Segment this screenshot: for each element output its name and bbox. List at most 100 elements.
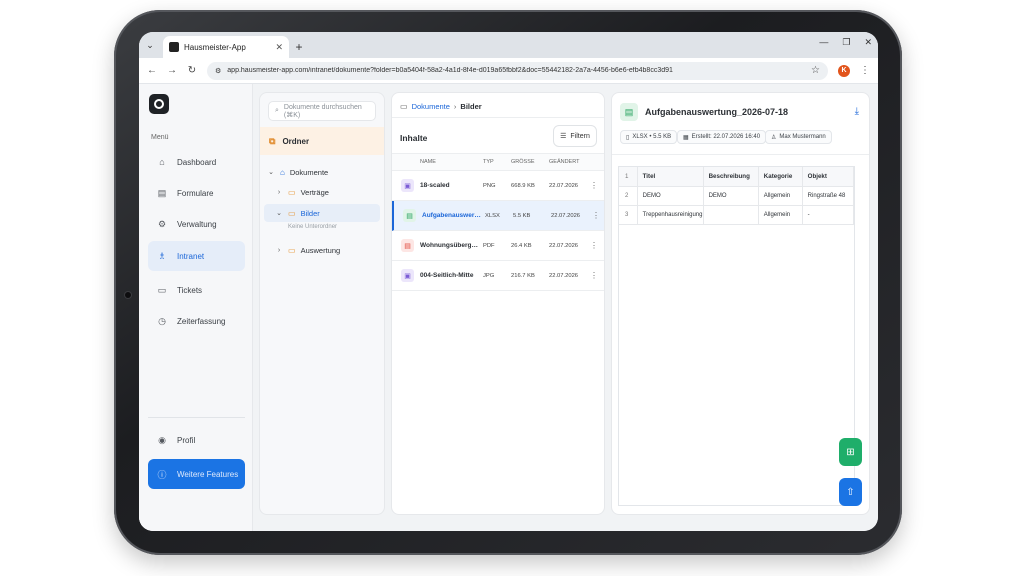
filter-icon: ☰: [560, 133, 567, 140]
sidebar-item-profil[interactable]: ◉ Profil: [148, 426, 245, 454]
file-size: 668.9 KB: [511, 182, 535, 189]
info-icon: ⓘ: [157, 469, 167, 480]
filter-label: Filtern: [570, 132, 590, 140]
file-format-text: XLSX • 5.5 KB: [632, 134, 672, 140]
upload-icon: ⇧: [846, 486, 855, 498]
restore-icon[interactable]: ❐: [842, 37, 850, 48]
sidebar-item-verwaltung[interactable]: ⚙ Verwaltung: [148, 210, 245, 238]
created-badge: ▦ Erstellt: 22.07.2026 16:40: [677, 130, 767, 144]
minimize-icon[interactable]: —: [819, 37, 828, 48]
stage: ⌄ Hausmeister-App ✕ + — ❐ ✕ ← → ↻ ⚙ app.…: [0, 0, 1024, 576]
profile-avatar[interactable]: K: [838, 64, 850, 77]
search-input[interactable]: ⌕ Dokumente durchsuchen (⌘K): [268, 101, 376, 121]
camera: [125, 292, 131, 298]
sidebar-item-intranet[interactable]: ♗ Intranet: [148, 241, 245, 271]
menu-label: Menü: [151, 134, 169, 141]
more-features-button[interactable]: ⓘ Weitere Features: [148, 459, 245, 489]
more-options-icon[interactable]: ⋮: [590, 241, 598, 250]
breadcrumb: ▭ Dokumente › Bilder: [400, 102, 482, 111]
chevron-right-icon[interactable]: ›: [275, 247, 283, 254]
more-options-icon[interactable]: ⋮: [590, 181, 598, 190]
row-number: 1: [619, 167, 638, 187]
column-header-date[interactable]: GEÄNDERT: [549, 159, 579, 165]
file-row[interactable]: ▣ 004-Seitlich-Mitte JPG 216.7 KB 22.07.…: [392, 261, 604, 291]
app-logo[interactable]: [149, 94, 169, 114]
table-cell: DEMO: [637, 186, 704, 206]
upload-button[interactable]: ⇧: [839, 478, 862, 506]
more-options-icon[interactable]: ⋮: [592, 211, 600, 220]
sidebar-divider: [148, 417, 245, 418]
filter-button[interactable]: ☰ Filtern: [553, 125, 597, 147]
sidebar-item-tickets[interactable]: ▭ Tickets: [148, 276, 245, 304]
tree-item-auswertung[interactable]: › ▭ Auswertung: [264, 241, 380, 259]
column-header-size[interactable]: GRÖSSE: [511, 159, 535, 165]
column-header-name[interactable]: NAME: [420, 159, 436, 165]
file-date: 22.07.2026: [549, 182, 579, 189]
bookmark-star-icon[interactable]: ☆: [811, 65, 820, 76]
url-field[interactable]: ⚙ app.hausmeister-app.com/intranet/dokum…: [207, 61, 828, 80]
breadcrumb-root[interactable]: Dokumente: [412, 102, 450, 111]
image-file-icon: ▣: [401, 179, 414, 192]
close-window-icon[interactable]: ✕: [864, 37, 872, 48]
tree-item-vertraege[interactable]: › ▭ Verträge: [264, 183, 380, 201]
intranet-icon: ♗: [157, 250, 167, 261]
gear-icon: ⚙: [157, 218, 167, 229]
sidebar-item-label: Dashboard: [177, 157, 217, 167]
file-row[interactable]: ▤ Aufgabenauswertung_2026-07-18 XLSX 5.5…: [392, 201, 604, 231]
more-options-icon[interactable]: ⋮: [590, 271, 598, 280]
sidebar-item-dashboard[interactable]: ⌂ Dashboard: [148, 148, 245, 176]
author-text: Max Mustermann: [779, 134, 826, 140]
table-cell: Allgemein: [758, 205, 803, 225]
tree-item-label: Dokumente: [289, 167, 329, 177]
close-tab-icon[interactable]: ✕: [275, 42, 283, 53]
file-size: 26.4 KB: [511, 242, 532, 249]
site-settings-icon[interactable]: ⚙: [215, 67, 221, 75]
sidebar-item-formulare[interactable]: ▤ Formulare: [148, 179, 245, 207]
tab-title: Hausmeister-App: [184, 42, 246, 52]
search-placeholder: Dokumente durchsuchen (⌘K): [283, 103, 362, 119]
folder-tree-icon: ⧉: [269, 135, 276, 146]
table-cell: Allgemein: [758, 186, 803, 206]
window-controls: — ❐ ✕: [819, 37, 872, 48]
tree-item-dokumente[interactable]: ⌄ ⌂ Dokumente: [264, 163, 380, 181]
download-icon[interactable]: ⤓: [855, 106, 859, 117]
tree-item-bilder[interactable]: ⌄ ▭ Bilder: [264, 204, 380, 222]
breadcrumb-current: Bilder: [460, 102, 482, 111]
back-icon[interactable]: ←: [147, 65, 157, 76]
column-header: Objekt: [802, 167, 855, 187]
table-cell: -: [802, 205, 855, 225]
new-tab-icon[interactable]: +: [289, 36, 309, 58]
column-header-type[interactable]: TYP: [483, 159, 494, 165]
file-name: Wohnungsübergabe: [420, 242, 480, 249]
sidebar-item-label: Formulare: [177, 188, 214, 198]
chevron-down-icon[interactable]: ⌄: [275, 209, 283, 217]
tree-item-label: Bilder: [300, 208, 320, 218]
forward-icon[interactable]: →: [167, 65, 177, 76]
file-row[interactable]: ▤ Wohnungsübergabe PDF 26.4 KB 22.07.202…: [392, 231, 604, 261]
chevron-right-icon[interactable]: ›: [275, 189, 283, 196]
new-folder-button[interactable]: ⊞: [839, 438, 862, 466]
table-row: 3 Treppenhausreinigung Allgemein -: [619, 205, 855, 225]
table-header-row: 1 Titel Beschreibung Kategorie Objekt: [619, 167, 855, 187]
more-features-label: Weitere Features: [177, 469, 239, 479]
image-file-icon: ▣: [401, 269, 414, 282]
address-bar: ← → ↻ ⚙ app.hausmeister-app.com/intranet…: [139, 58, 878, 84]
file-date: 22.07.2026: [549, 242, 579, 249]
spreadsheet-table: 1 Titel Beschreibung Kategorie Objekt 2 …: [619, 167, 855, 225]
file-table-header: NAME TYP GRÖSSE GEÄNDERT: [392, 153, 604, 171]
breadcrumb-separator: ›: [453, 102, 457, 111]
tab-list-chevron-icon[interactable]: ⌄: [139, 32, 161, 58]
chevron-down-icon[interactable]: ⌄: [267, 168, 275, 176]
file-name: Aufgabenauswertung_2026-07-18: [422, 212, 482, 219]
folder-icon: ▭: [288, 245, 296, 255]
sidebar: Menü ⌂ Dashboard ▤ Formulare ⚙ Verwaltun…: [139, 84, 253, 531]
browser-tab[interactable]: Hausmeister-App ✕: [163, 36, 289, 58]
reload-icon[interactable]: ↻: [187, 65, 197, 76]
sidebar-item-zeiterfassung[interactable]: ◷ Zeiterfassung: [148, 307, 245, 335]
folder-open-icon: ▭: [288, 208, 296, 218]
row-number: 2: [619, 186, 638, 206]
ticket-icon: ▭: [157, 284, 167, 295]
search-icon: ⌕: [275, 107, 279, 114]
file-row[interactable]: ▣ 18-scaled PNG 668.9 KB 22.07.2026 ⋮: [392, 171, 604, 201]
browser-menu-icon[interactable]: ⋮: [860, 65, 870, 76]
